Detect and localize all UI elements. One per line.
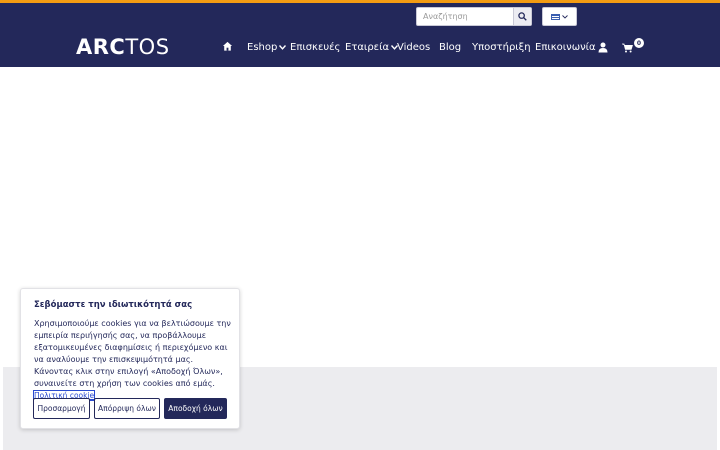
cookie-description-text: Χρησιμοποιούμε cookies για να βελτιώσουμ… bbox=[34, 319, 231, 388]
nav-item-videos[interactable]: Videos bbox=[397, 40, 430, 54]
nav-item-label: Videos bbox=[397, 41, 431, 53]
nav-item-contact[interactable]: Επικοινωνία bbox=[535, 40, 596, 54]
search-box bbox=[416, 7, 532, 26]
user-icon bbox=[598, 42, 608, 52]
nav-item-support[interactable]: Υποστήριξη bbox=[472, 40, 531, 54]
account-link[interactable] bbox=[598, 40, 608, 54]
cart-count-badge: 0 bbox=[634, 38, 644, 48]
nav-item-eshop[interactable]: Eshop bbox=[247, 40, 287, 54]
nav-item-blog[interactable]: Blog bbox=[439, 40, 461, 54]
chevron-down-icon bbox=[279, 44, 287, 50]
home-link[interactable] bbox=[222, 39, 233, 53]
cart-link[interactable] bbox=[622, 41, 633, 55]
nav-item-company[interactable]: Εταιρεία bbox=[345, 40, 399, 54]
cookie-consent-banner: Σεβόμαστε την ιδιωτικότητά σας Χρησιμοπο… bbox=[20, 288, 240, 429]
search-icon bbox=[518, 12, 527, 21]
cookie-description: Χρησιμοποιούμε cookies για να βελτιώσουμ… bbox=[32, 318, 233, 402]
search-button[interactable] bbox=[513, 8, 531, 25]
accept-all-button[interactable]: Αποδοχή όλων bbox=[164, 398, 227, 419]
language-selector[interactable] bbox=[542, 7, 577, 26]
search-input[interactable] bbox=[417, 8, 513, 25]
logo[interactable]: ARC TOS bbox=[76, 35, 170, 59]
nav-item-label: Επισκευές bbox=[290, 41, 341, 53]
cookie-title: Σεβόμαστε την ιδιωτικότητά σας bbox=[34, 300, 193, 310]
top-bar bbox=[0, 0, 720, 27]
home-icon bbox=[222, 41, 233, 51]
nav-item-label: Εταιρεία bbox=[345, 41, 390, 53]
cart-icon bbox=[622, 43, 633, 53]
logo-text-bold: ARC bbox=[76, 35, 126, 59]
logo-text-light: TOS bbox=[125, 35, 170, 59]
nav-item-label: Eshop bbox=[247, 41, 278, 53]
nav-item-label: Υποστήριξη bbox=[472, 41, 531, 53]
main-navigation: ARC TOS Eshop Επισκευές Εταιρεία Videos B… bbox=[0, 27, 720, 67]
nav-item-repairs[interactable]: Επισκευές bbox=[290, 40, 340, 54]
nav-item-label: Επικοινωνία bbox=[535, 41, 596, 53]
reject-all-button[interactable]: Απόρριψη όλων bbox=[94, 398, 160, 419]
flag-icon bbox=[551, 13, 560, 20]
nav-item-label: Blog bbox=[439, 41, 462, 53]
customize-button[interactable]: Προσαρμογή bbox=[33, 398, 90, 419]
chevron-down-icon bbox=[562, 14, 568, 19]
